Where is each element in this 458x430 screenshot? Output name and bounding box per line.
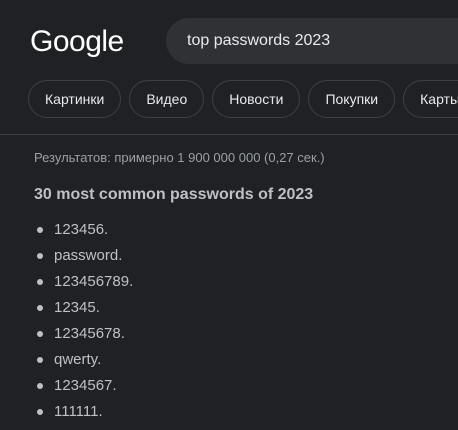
search-results-page: Google Картинки Видео Новости Покупки Ка… xyxy=(0,0,458,430)
bullet-icon xyxy=(37,383,43,389)
password-list: 123456. password. 123456789. 12345. 1234… xyxy=(34,220,133,428)
search-input[interactable] xyxy=(187,18,447,64)
bullet-icon xyxy=(37,357,43,363)
list-item: 12345678. xyxy=(34,324,133,350)
bullet-icon xyxy=(37,279,43,285)
chip-news[interactable]: Новости xyxy=(212,80,301,118)
chip-shopping[interactable]: Покупки xyxy=(308,80,396,118)
list-item: password. xyxy=(34,246,133,272)
search-filter-chips: Картинки Видео Новости Покупки Карты xyxy=(28,80,458,118)
list-item-text: 12345. xyxy=(54,299,100,316)
list-item-text: 1234567. xyxy=(54,377,117,394)
list-item-text: password. xyxy=(54,247,123,264)
chip-maps[interactable]: Карты xyxy=(403,80,458,118)
header-divider xyxy=(0,134,458,135)
chip-images[interactable]: Картинки xyxy=(28,80,122,118)
list-item: qwerty. xyxy=(34,350,133,376)
list-item: 111111. xyxy=(34,402,133,428)
bullet-icon xyxy=(37,305,43,311)
list-item: 1234567. xyxy=(34,376,133,402)
list-item-text: qwerty. xyxy=(54,351,102,368)
list-item: 123456789. xyxy=(34,272,133,298)
result-stats: Результатов: примерно 1 900 000 000 (0,2… xyxy=(34,150,325,165)
search-box[interactable] xyxy=(166,18,458,64)
bullet-icon xyxy=(37,253,43,259)
list-item-text: 111111. xyxy=(54,403,103,420)
google-logo[interactable]: Google xyxy=(30,24,124,60)
bullet-icon xyxy=(37,331,43,337)
chip-videos[interactable]: Видео xyxy=(129,80,205,118)
list-item: 12345. xyxy=(34,298,133,324)
bullet-icon xyxy=(37,409,43,415)
list-item: 123456. xyxy=(34,220,133,246)
list-item-text: 12345678. xyxy=(54,325,125,342)
bullet-icon xyxy=(37,227,43,233)
list-item-text: 123456789. xyxy=(54,273,134,290)
list-item-text: 123456. xyxy=(54,221,109,238)
featured-snippet-title: 30 most common passwords of 2023 xyxy=(34,186,314,203)
